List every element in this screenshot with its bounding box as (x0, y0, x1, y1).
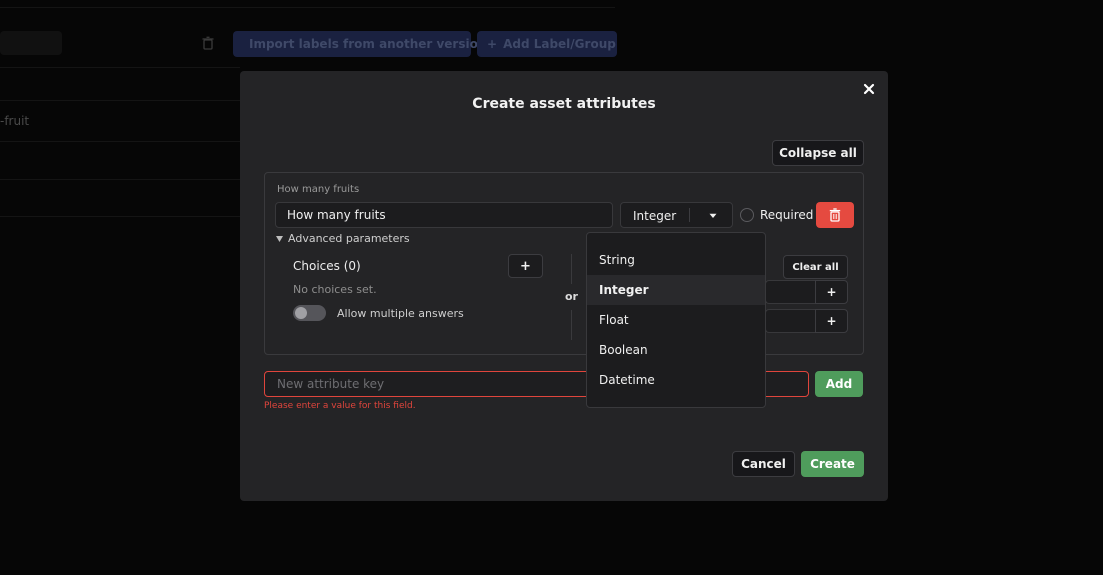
max-value-input[interactable] (765, 309, 815, 333)
advanced-parameters-label: Advanced parameters (288, 232, 410, 245)
collapse-all-button[interactable]: Collapse all (772, 140, 864, 166)
close-icon[interactable] (862, 82, 876, 96)
add-label-group-button: + Add Label/Group (477, 31, 617, 57)
no-choices-text: No choices set. (293, 283, 377, 296)
create-button[interactable]: Create (801, 451, 864, 477)
attribute-card: How many fruits How many fruits Integer … (264, 172, 864, 355)
attribute-key-value: How many fruits (287, 208, 386, 222)
or-label: or (565, 290, 578, 303)
cancel-button[interactable]: Cancel (732, 451, 795, 477)
add-choice-button[interactable]: + (508, 254, 543, 278)
delete-attribute-button[interactable] (816, 202, 854, 228)
background-search-field (0, 31, 62, 55)
required-label: Required (760, 208, 814, 222)
type-select-value: Integer (633, 209, 677, 223)
background-divider (0, 141, 240, 142)
add-label-group-label: Add Label/Group (503, 37, 616, 51)
toggle-knob (295, 307, 307, 319)
allow-multiple-label: Allow multiple answers (337, 307, 464, 320)
create-attributes-modal: Create asset attributes Collapse all How… (240, 71, 888, 501)
or-divider-top (571, 254, 572, 284)
background-divider (0, 7, 615, 8)
dropdown-option-boolean[interactable]: Boolean (587, 335, 765, 365)
required-radio[interactable] (740, 208, 754, 222)
triangle-down-icon (276, 235, 283, 242)
dropdown-option-string[interactable]: String (587, 245, 765, 275)
trash-icon (829, 208, 841, 222)
chevron-down-icon (709, 213, 717, 218)
plus-icon: + (487, 37, 498, 51)
clear-all-button[interactable]: Clear all (783, 255, 848, 279)
min-value-input[interactable] (765, 280, 815, 304)
attribute-caption: How many fruits (277, 184, 360, 195)
advanced-parameters-toggle[interactable]: Advanced parameters (276, 232, 410, 245)
background-trash-icon (202, 36, 214, 50)
background-divider (0, 216, 240, 217)
background-row-text: -fruit (0, 114, 30, 128)
dropdown-option-float[interactable]: Float (587, 305, 765, 335)
import-labels-button: Import labels from another version (233, 31, 486, 57)
import-labels-label: Import labels from another version (249, 37, 487, 51)
dropdown-option-integer[interactable]: Integer (587, 275, 765, 305)
dropdown-option-datetime[interactable]: Datetime (587, 365, 765, 395)
min-add-button[interactable]: + (815, 280, 848, 304)
modal-title: Create asset attributes (472, 96, 656, 112)
background-divider (0, 100, 240, 101)
max-add-button[interactable]: + (815, 309, 848, 333)
choices-label: Choices (0) (293, 259, 361, 273)
add-attribute-button[interactable]: Add (815, 371, 863, 397)
select-divider (689, 208, 690, 222)
background-divider (0, 67, 240, 68)
attribute-key-field[interactable]: How many fruits (275, 202, 613, 228)
or-divider-bottom (571, 310, 572, 340)
background-divider (0, 179, 240, 180)
allow-multiple-toggle[interactable] (293, 305, 326, 321)
type-select[interactable]: Integer (620, 202, 733, 228)
type-dropdown-menu: String Integer Float Boolean Datetime (586, 232, 766, 408)
new-key-error: Please enter a value for this field. (264, 401, 416, 411)
